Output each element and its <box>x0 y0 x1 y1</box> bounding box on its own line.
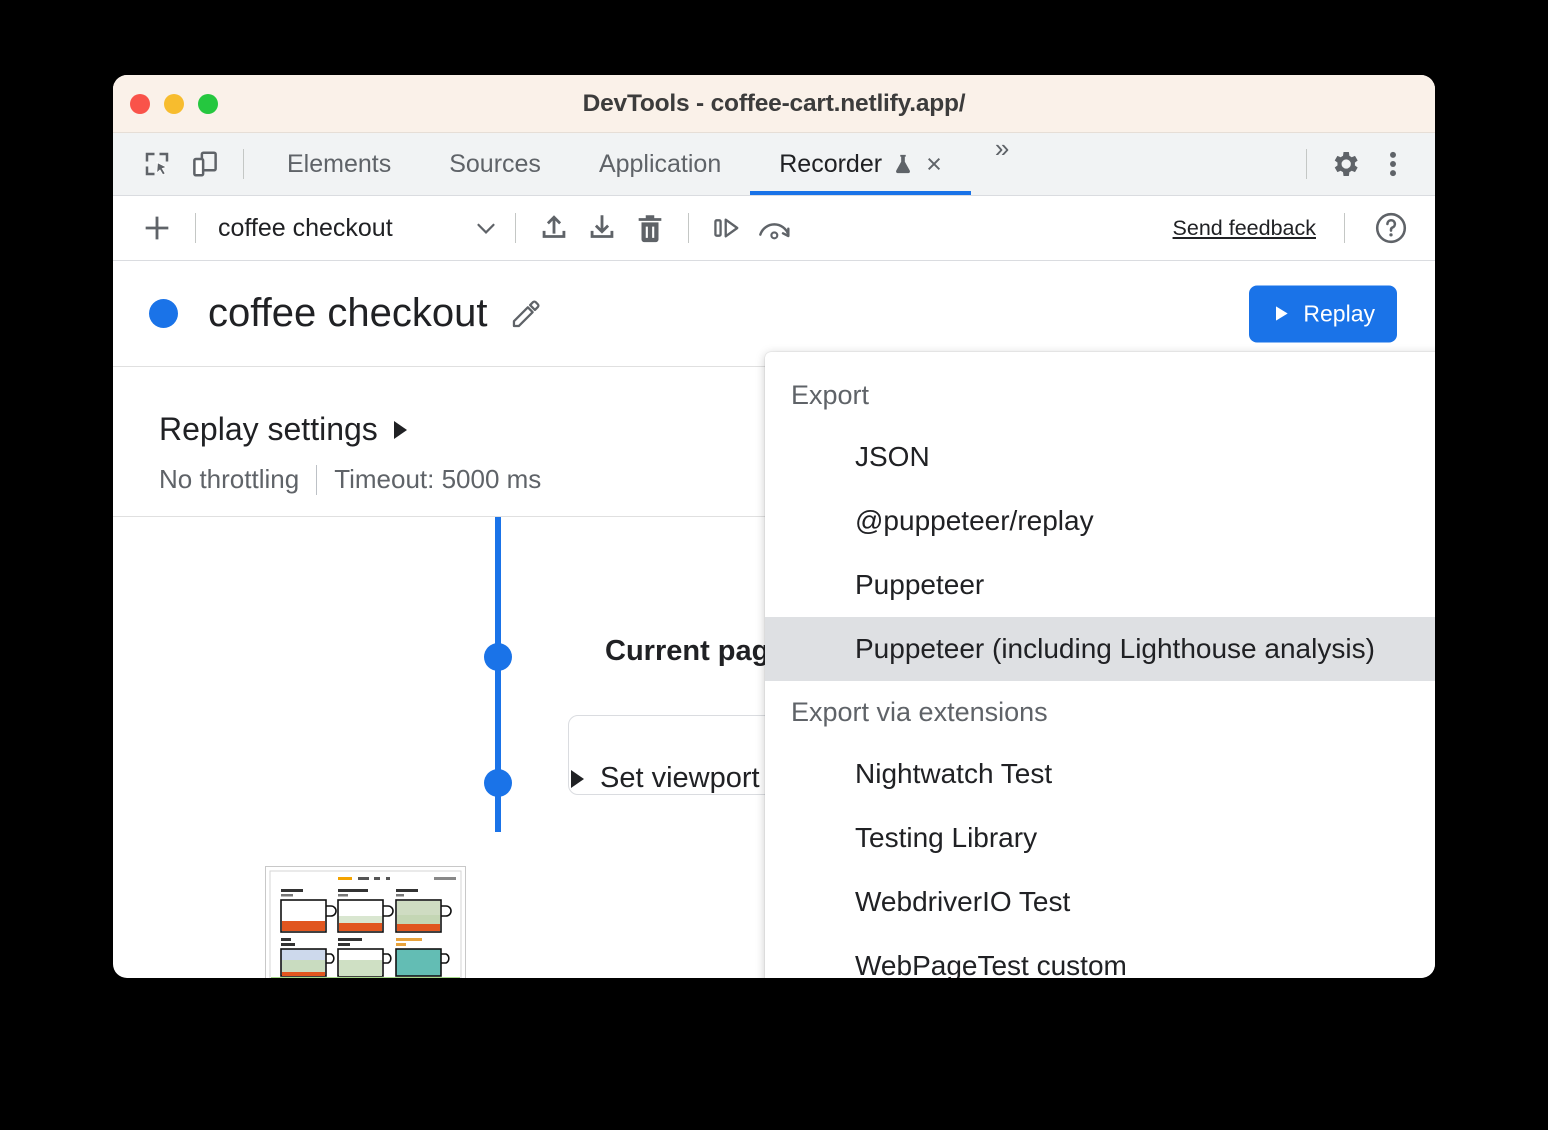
chevron-down-icon[interactable] <box>471 213 501 243</box>
kebab-menu-icon[interactable] <box>1369 140 1417 188</box>
export-menu-item-testing-library[interactable]: Testing Library <box>765 806 1435 870</box>
tab-application[interactable]: Application <box>570 133 750 195</box>
export-icon[interactable] <box>530 204 578 252</box>
close-window-button[interactable] <box>130 94 150 114</box>
chevron-right-icon <box>394 421 407 439</box>
tab-recorder[interactable]: Recorder × <box>750 133 971 195</box>
replay-button[interactable]: Replay <box>1249 285 1397 342</box>
tabbar-right-divider <box>1306 149 1307 179</box>
tab-sources-label: Sources <box>449 150 541 179</box>
toolbar-divider-1 <box>195 213 196 243</box>
help-icon[interactable] <box>1367 204 1415 252</box>
tab-recorder-label: Recorder <box>779 150 882 179</box>
page-screenshot-thumbnail <box>265 866 466 978</box>
send-feedback-link[interactable]: Send feedback <box>1173 216 1322 241</box>
recorder-toolbar-right: Send feedback <box>1173 204 1415 252</box>
import-icon[interactable] <box>578 204 626 252</box>
toolbar-divider-3 <box>688 213 689 243</box>
export-menu: Export JSON @puppeteer/replay Puppeteer … <box>765 352 1435 978</box>
devtools-window: DevTools - coffee-cart.netlify.app/ Elem… <box>113 75 1435 978</box>
delete-icon[interactable] <box>626 204 674 252</box>
step-node-1 <box>484 643 512 671</box>
replay-button-label: Replay <box>1303 300 1375 327</box>
step-node-2 <box>484 769 512 797</box>
panel-tabs: Elements Sources Application Recorder × <box>258 133 1031 195</box>
maximize-window-button[interactable] <box>198 94 218 114</box>
tab-elements-label: Elements <box>287 150 391 179</box>
throttling-value: No throttling <box>159 464 299 495</box>
device-toolbar-icon[interactable] <box>181 140 229 188</box>
recorder-toolbar: coffee checkout <box>113 196 1435 261</box>
add-recording-button[interactable] <box>133 204 181 252</box>
window-title: DevTools - coffee-cart.netlify.app/ <box>113 90 1435 118</box>
step-label-current-page[interactable]: Current page <box>605 635 785 668</box>
minimize-window-button[interactable] <box>164 94 184 114</box>
export-menu-item-json[interactable]: JSON <box>765 425 1435 489</box>
export-menu-item-puppeteer-lighthouse[interactable]: Puppeteer (including Lighthouse analysis… <box>765 617 1435 681</box>
pencil-icon[interactable] <box>509 297 543 331</box>
export-menu-item-puppeteer-replay[interactable]: @puppeteer/replay <box>765 489 1435 553</box>
tab-elements[interactable]: Elements <box>258 133 420 195</box>
close-icon[interactable]: × <box>926 151 942 178</box>
tab-application-label: Application <box>599 150 721 179</box>
gear-icon[interactable] <box>1321 140 1369 188</box>
experiment-flask-icon <box>892 151 914 177</box>
inspect-element-icon[interactable] <box>133 140 181 188</box>
export-menu-section-title-2: Export via extensions <box>765 681 1435 742</box>
tab-sources[interactable]: Sources <box>420 133 570 195</box>
export-menu-item-nightwatch[interactable]: Nightwatch Test <box>765 742 1435 806</box>
traffic-lights <box>130 94 218 114</box>
devtools-tab-bar: Elements Sources Application Recorder × <box>113 133 1435 196</box>
toolbar-divider-4 <box>1344 213 1345 243</box>
page-title: coffee checkout <box>208 291 487 336</box>
timeout-value: Timeout: 5000 ms <box>334 464 541 495</box>
summary-divider <box>316 465 317 495</box>
tabbar-right-actions <box>1292 140 1435 188</box>
export-menu-item-webdriverio[interactable]: WebdriverIO Test <box>765 870 1435 934</box>
replay-settings-label: Replay settings <box>159 411 378 448</box>
recording-status-dot <box>149 299 178 328</box>
recording-selector-label[interactable]: coffee checkout <box>218 214 393 243</box>
play-icon <box>1271 304 1291 324</box>
tabbar-divider <box>243 149 244 179</box>
title-bar: DevTools - coffee-cart.netlify.app/ <box>113 75 1435 133</box>
export-menu-item-puppeteer[interactable]: Puppeteer <box>765 553 1435 617</box>
export-menu-item-webpagetest[interactable]: WebPageTest custom <box>765 934 1435 978</box>
more-tabs-icon[interactable]: » <box>971 133 1031 195</box>
export-menu-section-title-1: Export <box>765 364 1435 425</box>
replay-settings-icon[interactable] <box>751 204 799 252</box>
step-over-icon[interactable] <box>703 204 751 252</box>
toolbar-divider-2 <box>515 213 516 243</box>
